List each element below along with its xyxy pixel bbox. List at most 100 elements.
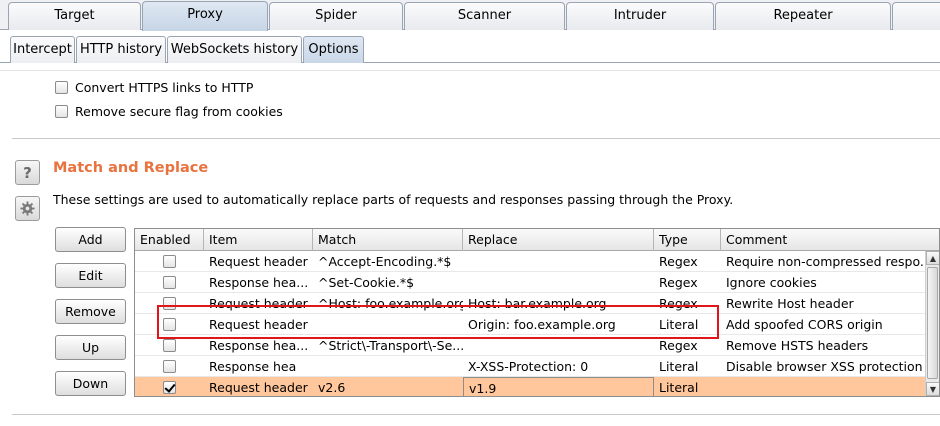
gear-glyph-icon <box>20 201 35 216</box>
subtab-http-history[interactable]: HTTP history <box>76 36 166 63</box>
cell-replace-editor[interactable]: v1.9 <box>463 377 654 396</box>
table-row[interactable]: Response hea... ^Strict\-Transport\-Se...… <box>135 335 925 356</box>
table-row[interactable]: Request header ^Host: foo.example.org$ Hos… <box>135 293 925 314</box>
cell-enabled[interactable] <box>135 356 204 377</box>
tab-target[interactable]: Target <box>8 2 141 30</box>
cell-replace: Origin: foo.example.org <box>468 317 616 332</box>
tab-proxy[interactable]: Proxy <box>142 1 268 31</box>
cell-replace <box>463 251 654 272</box>
clipped-previous-option <box>0 64 940 71</box>
table-body: Request header ^Accept-Encoding.*$ Regex Re… <box>135 251 925 396</box>
table-header: Enabled Item Match Replace Type Comment <box>135 229 939 251</box>
table-row[interactable]: Request header ^Accept-Encoding.*$ Regex Re… <box>135 251 925 272</box>
tab-intruder[interactable]: Intruder <box>566 2 714 30</box>
cell-item: Response hea... <box>209 338 309 353</box>
column-header-match[interactable]: Match <box>313 229 463 251</box>
scroll-down-icon[interactable]: ▼ <box>926 382 939 396</box>
add-button[interactable]: Add <box>55 227 126 252</box>
gear-icon[interactable] <box>15 196 40 221</box>
cell-item: Request header <box>209 380 308 395</box>
cell-item: Request header <box>209 317 308 332</box>
cell-match: ^Set-Cookie.*$ <box>318 275 415 290</box>
sub-tab-bar: Intercept HTTP history WebSockets histor… <box>0 31 940 63</box>
options-panel: Convert HTTPS links to HTTP Remove secur… <box>0 64 940 426</box>
cell-enabled[interactable] <box>135 335 204 356</box>
cell-enabled[interactable] <box>135 314 204 335</box>
cell-type: Regex <box>659 275 698 290</box>
cell-type: Literal <box>659 317 699 332</box>
remove-secure-flag-label: Remove secure flag from cookies <box>75 103 283 119</box>
table-row[interactable]: Request header v2.6 v1.9 Literal <box>135 377 925 396</box>
table-row[interactable]: Response hea... ^Set-Cookie.*$ Regex Ignore… <box>135 272 925 293</box>
cell-enabled[interactable] <box>135 293 204 314</box>
cell-replace <box>463 335 654 356</box>
column-header-comment[interactable]: Comment <box>721 229 939 251</box>
convert-https-label: Convert HTTPS links to HTTP <box>75 79 254 95</box>
remove-secure-flag-option[interactable]: Remove secure flag from cookies <box>55 102 283 120</box>
cell-match: ^Strict\-Transport\-Se... <box>318 338 463 353</box>
row-enabled-checkbox[interactable] <box>163 297 176 310</box>
remove-button[interactable]: Remove <box>55 299 126 324</box>
tab-spider[interactable]: Spider <box>269 2 403 30</box>
section-divider-bottom <box>12 414 940 415</box>
cell-match: v2.6 <box>318 380 346 395</box>
section-title: Match and Replace <box>53 160 209 176</box>
cell-match <box>313 356 463 377</box>
cell-comment: Ignore cookies <box>726 275 817 290</box>
tab-scanner[interactable]: Scanner <box>404 2 565 30</box>
cell-comment: Remove HSTS headers <box>726 338 869 353</box>
cell-replace <box>463 272 654 293</box>
table-row[interactable]: Request header Origin: foo.example.org Lit… <box>135 314 925 335</box>
cell-type: Literal <box>659 359 699 374</box>
cell-type: Regex <box>659 296 698 311</box>
scroll-up-icon[interactable]: ▲ <box>926 251 939 265</box>
column-header-type[interactable]: Type <box>654 229 721 251</box>
section-description: These settings are used to automatically… <box>53 192 734 207</box>
row-enabled-checkbox[interactable] <box>163 381 176 394</box>
cell-type: Regex <box>659 254 698 269</box>
row-enabled-checkbox[interactable] <box>163 276 176 289</box>
row-enabled-checkbox[interactable] <box>163 339 176 352</box>
cell-enabled[interactable] <box>135 272 204 293</box>
cell-enabled[interactable] <box>135 251 204 272</box>
convert-https-checkbox[interactable] <box>55 80 68 94</box>
row-enabled-checkbox[interactable] <box>163 318 176 331</box>
cell-type: Literal <box>659 380 699 395</box>
cell-match: ^Accept-Encoding.*$ <box>318 254 452 269</box>
section-divider <box>12 138 940 139</box>
cell-enabled[interactable] <box>135 377 204 396</box>
cell-replace: X-XSS-Protection: 0 <box>468 359 589 374</box>
convert-https-option[interactable]: Convert HTTPS links to HTTP <box>55 78 253 96</box>
scrollbar-thumb[interactable] <box>927 267 938 379</box>
cell-comment: Rewrite Host header <box>726 296 854 311</box>
subtab-intercept[interactable]: Intercept <box>10 36 75 63</box>
subtab-options[interactable]: Options <box>303 36 364 63</box>
remove-secure-flag-checkbox[interactable] <box>55 104 68 118</box>
cell-match: ^Host: foo.example.org$ <box>318 296 463 311</box>
cell-comment: Add spoofed CORS origin <box>726 317 883 332</box>
tab-repeater[interactable]: Repeater <box>715 2 891 30</box>
row-enabled-checkbox[interactable] <box>163 255 176 268</box>
subtab-websockets-history[interactable]: WebSockets history <box>167 36 302 63</box>
cell-item: Request header <box>209 296 308 311</box>
row-enabled-checkbox[interactable] <box>163 360 176 373</box>
up-button[interactable]: Up <box>55 335 126 360</box>
column-header-enabled[interactable]: Enabled <box>135 229 204 251</box>
match-replace-table: Enabled Item Match Replace Type Comment … <box>134 228 940 397</box>
cell-type: Regex <box>659 338 698 353</box>
edit-button[interactable]: Edit <box>55 263 126 288</box>
main-tab-bar: Target Proxy Spider Scanner Intruder Rep… <box>0 0 940 31</box>
cell-match <box>313 314 463 335</box>
cell-item: Response hea... <box>209 275 309 290</box>
cell-comment: Disable browser XSS protection <box>726 359 923 374</box>
tab-overflow[interactable] <box>892 2 940 30</box>
cell-item: Request header <box>209 254 308 269</box>
cell-item: Response hea <box>209 359 297 374</box>
column-header-item[interactable]: Item <box>204 229 313 251</box>
down-button[interactable]: Down <box>55 371 126 396</box>
column-header-replace[interactable]: Replace <box>463 229 654 251</box>
table-row[interactable]: Response hea X-XSS-Protection: 0 Literal Di… <box>135 356 925 377</box>
cell-comment <box>721 377 925 396</box>
table-scrollbar[interactable]: ▲ ▼ <box>925 251 939 396</box>
help-icon[interactable]: ? <box>15 160 40 185</box>
